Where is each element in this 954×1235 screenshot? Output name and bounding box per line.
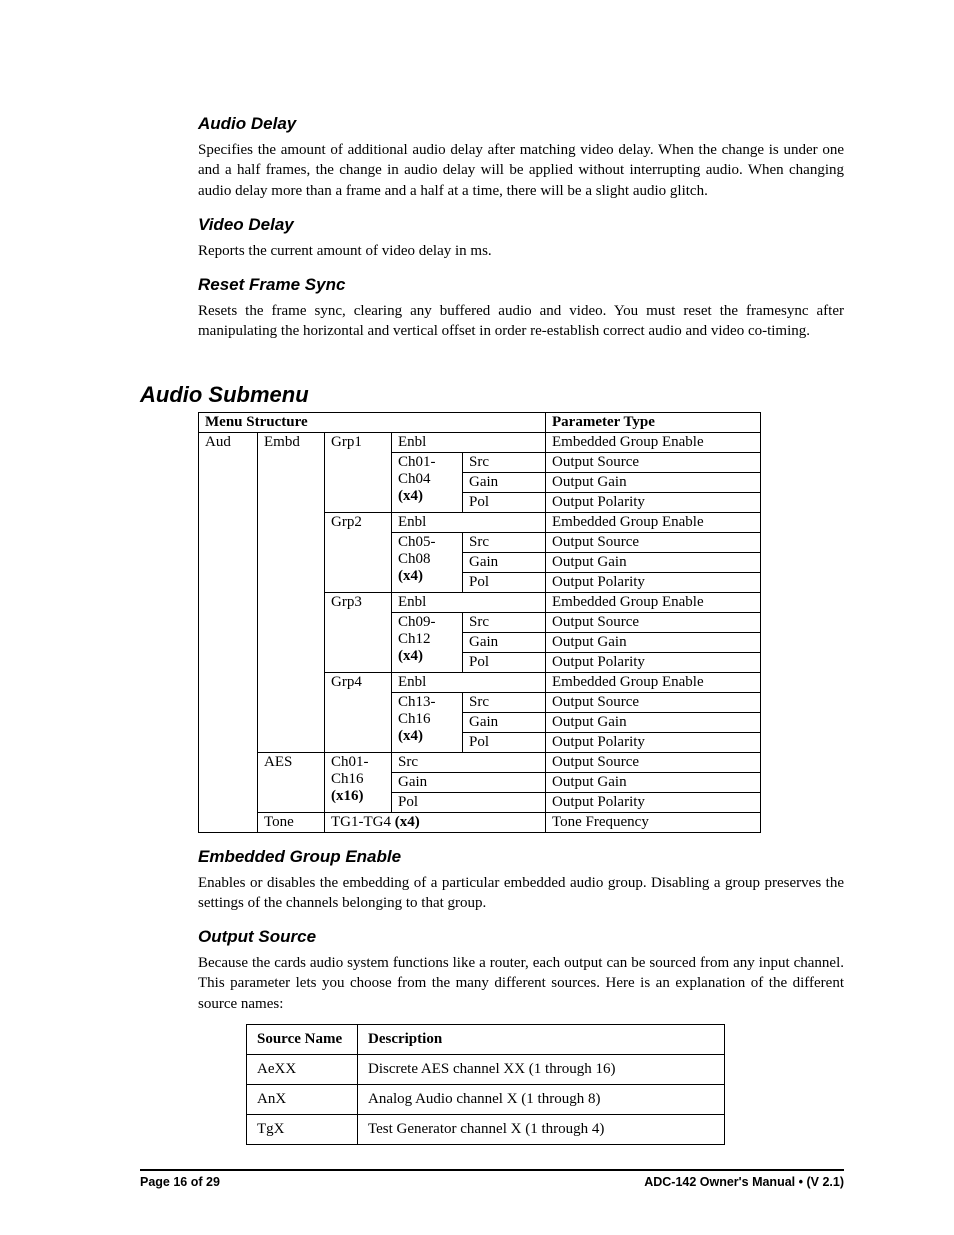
cell-p: Src bbox=[463, 452, 546, 472]
header-parameter-type: Parameter Type bbox=[546, 412, 761, 432]
cell-param: Output Polarity bbox=[546, 652, 761, 672]
para-reset-frame-sync: Resets the frame sync, clearing any buff… bbox=[198, 301, 844, 342]
cell-param: Output Gain bbox=[546, 472, 761, 492]
para-video-delay: Reports the current amount of video dela… bbox=[198, 241, 844, 261]
footer-doc-title: ADC-142 Owner's Manual • (V 2.1) bbox=[644, 1175, 844, 1189]
cell-p: Pol bbox=[463, 732, 546, 752]
cell-aud: Aud bbox=[199, 432, 258, 832]
cell-p: Pol bbox=[463, 652, 546, 672]
para-audio-delay: Specifies the amount of additional audio… bbox=[198, 140, 844, 201]
cell-param: Output Gain bbox=[546, 552, 761, 572]
cell-p: Pol bbox=[463, 572, 546, 592]
heading-audio-delay: Audio Delay bbox=[198, 114, 844, 134]
cell-grp2: Grp2 bbox=[325, 512, 392, 592]
page: Audio Delay Specifies the amount of addi… bbox=[0, 0, 954, 1235]
cell-p: Pol bbox=[392, 792, 546, 812]
cell-param: Output Polarity bbox=[546, 732, 761, 752]
table-row: Menu Structure Parameter Type bbox=[199, 412, 761, 432]
page-footer: Page 16 of 29 ADC-142 Owner's Manual • (… bbox=[140, 1169, 844, 1189]
cell-param: Embedded Group Enable bbox=[546, 432, 761, 452]
table-row: TgX Test Generator channel X (1 through … bbox=[247, 1114, 725, 1144]
table-row: AnX Analog Audio channel X (1 through 8) bbox=[247, 1084, 725, 1114]
cell-p: Src bbox=[463, 612, 546, 632]
table-row: Source Name Description bbox=[247, 1024, 725, 1054]
header-source-name: Source Name bbox=[247, 1024, 358, 1054]
cell-enbl: Enbl bbox=[392, 512, 546, 532]
cell-description: Test Generator channel X (1 through 4) bbox=[358, 1114, 725, 1144]
cell-param: Embedded Group Enable bbox=[546, 592, 761, 612]
cell-param: Output Polarity bbox=[546, 492, 761, 512]
heading-audio-submenu: Audio Submenu bbox=[140, 382, 844, 408]
cell-tone-range: TG1-TG4 (x4) bbox=[325, 812, 546, 832]
cell-aes: AES bbox=[258, 752, 325, 812]
cell-p: Src bbox=[463, 692, 546, 712]
heading-video-delay: Video Delay bbox=[198, 215, 844, 235]
para-embedded-group-enable: Enables or disables the embedding of a p… bbox=[198, 873, 844, 914]
cell-tone: Tone bbox=[258, 812, 325, 832]
cell-p: Src bbox=[392, 752, 546, 772]
cell-param: Embedded Group Enable bbox=[546, 672, 761, 692]
cell-aes-ch: Ch01-Ch16(x16) bbox=[325, 752, 392, 812]
table-row: AES Ch01-Ch16(x16) Src Output Source bbox=[199, 752, 761, 772]
cell-embd: Embd bbox=[258, 432, 325, 752]
cell-param: Output Polarity bbox=[546, 792, 761, 812]
cell-param: Embedded Group Enable bbox=[546, 512, 761, 532]
table-row: Aud Embd Grp1 Enbl Embedded Group Enable bbox=[199, 432, 761, 452]
cell-grp3: Grp3 bbox=[325, 592, 392, 672]
cell-description: Discrete AES channel XX (1 through 16) bbox=[358, 1054, 725, 1084]
header-description: Description bbox=[358, 1024, 725, 1054]
cell-ch: Ch09-Ch12(x4) bbox=[392, 612, 463, 672]
cell-enbl: Enbl bbox=[392, 672, 546, 692]
cell-p: Gain bbox=[463, 712, 546, 732]
cell-param: Output Source bbox=[546, 692, 761, 712]
para-output-source: Because the cards audio system functions… bbox=[198, 953, 844, 1014]
cell-p: Src bbox=[463, 532, 546, 552]
cell-grp4: Grp4 bbox=[325, 672, 392, 752]
cell-p: Gain bbox=[463, 552, 546, 572]
cell-param: Output Gain bbox=[546, 772, 761, 792]
cell-ch: Ch05-Ch08(x4) bbox=[392, 532, 463, 592]
cell-p: Gain bbox=[392, 772, 546, 792]
cell-p: Pol bbox=[463, 492, 546, 512]
cell-ch: Ch13-Ch16(x4) bbox=[392, 692, 463, 752]
menu-structure-table: Menu Structure Parameter Type Aud Embd G… bbox=[198, 412, 761, 833]
cell-source-name: AeXX bbox=[247, 1054, 358, 1084]
cell-description: Analog Audio channel X (1 through 8) bbox=[358, 1084, 725, 1114]
source-name-table: Source Name Description AeXX Discrete AE… bbox=[246, 1024, 725, 1145]
cell-p: Gain bbox=[463, 472, 546, 492]
cell-param: Output Source bbox=[546, 752, 761, 772]
cell-param: Output Source bbox=[546, 452, 761, 472]
table-row: AeXX Discrete AES channel XX (1 through … bbox=[247, 1054, 725, 1084]
cell-param: Output Gain bbox=[546, 632, 761, 652]
cell-param: Output Polarity bbox=[546, 572, 761, 592]
cell-source-name: AnX bbox=[247, 1084, 358, 1114]
cell-param: Output Source bbox=[546, 612, 761, 632]
table-row: Tone TG1-TG4 (x4) Tone Frequency bbox=[199, 812, 761, 832]
cell-param: Output Gain bbox=[546, 712, 761, 732]
header-menu-structure: Menu Structure bbox=[199, 412, 546, 432]
cell-ch: Ch01-Ch04(x4) bbox=[392, 452, 463, 512]
footer-page-number: Page 16 of 29 bbox=[140, 1175, 220, 1189]
cell-param: Output Source bbox=[546, 532, 761, 552]
heading-embedded-group-enable: Embedded Group Enable bbox=[198, 847, 844, 867]
heading-reset-frame-sync: Reset Frame Sync bbox=[198, 275, 844, 295]
cell-source-name: TgX bbox=[247, 1114, 358, 1144]
cell-enbl: Enbl bbox=[392, 592, 546, 612]
cell-grp1: Grp1 bbox=[325, 432, 392, 512]
cell-param: Tone Frequency bbox=[546, 812, 761, 832]
cell-enbl: Enbl bbox=[392, 432, 546, 452]
heading-output-source: Output Source bbox=[198, 927, 844, 947]
cell-p: Gain bbox=[463, 632, 546, 652]
